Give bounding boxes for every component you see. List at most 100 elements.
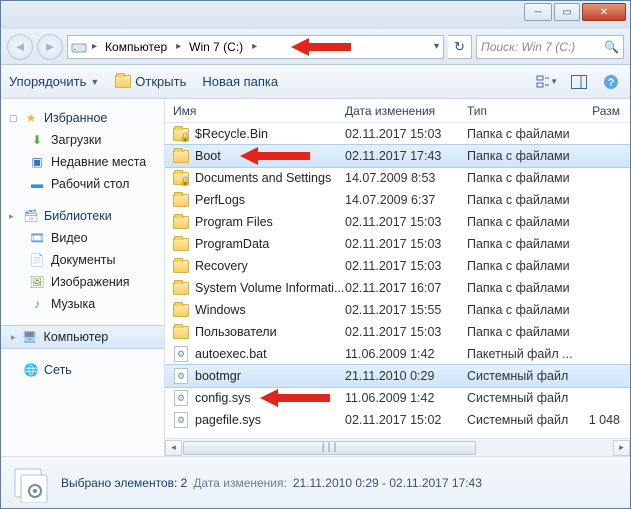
item-date: 21.11.2010 0:29 (345, 369, 467, 383)
selection-count: Выбрано элементов: 2 (61, 476, 187, 490)
item-type: Папка с файлами (467, 149, 587, 163)
preview-pane-button[interactable] (568, 71, 590, 93)
folder-icon: 🔒 (173, 126, 189, 142)
item-date: 02.11.2017 15:03 (345, 215, 467, 229)
folder-row[interactable]: Пользователи02.11.2017 15:03Папка с файл… (165, 321, 630, 343)
scroll-thumb[interactable]: ┃┃┃ (183, 441, 476, 455)
item-date: 11.06.2009 1:42 (345, 391, 467, 405)
image-icon: 🖼 (29, 274, 45, 290)
address-bar[interactable]: ▸ Компьютер ▸ Win 7 (C:) ▸ ▾ (67, 35, 444, 59)
search-placeholder: Поиск: Win 7 (C:) (481, 40, 575, 54)
item-date: 11.06.2009 1:42 (345, 347, 467, 361)
folder-row[interactable]: ProgramData02.11.2017 15:03Папка с файла… (165, 233, 630, 255)
desktop-icon: ▬ (29, 176, 45, 192)
chevron-down-icon[interactable]: ▾ (434, 41, 439, 52)
file-row[interactable]: ⚙autoexec.bat11.06.2009 1:42Пакетный фай… (165, 343, 630, 365)
sidebar-item-network[interactable]: 🌐 Сеть (1, 359, 164, 381)
chevron-down-icon: ▼ (90, 77, 99, 87)
chevron-right-icon: ▸ (90, 41, 99, 52)
item-type: Папка с файлами (467, 127, 587, 141)
scroll-track[interactable]: ┃┃┃ (182, 440, 613, 456)
breadcrumb-drive[interactable]: Win 7 (C:) (183, 36, 250, 58)
folder-row[interactable]: Recovery02.11.2017 15:03Папка с файлами (165, 255, 630, 277)
breadcrumb-computer[interactable]: Компьютер (99, 36, 174, 58)
file-row[interactable]: ⚙pagefile.sys02.11.2017 15:02Системный ф… (165, 409, 630, 431)
sidebar-item-documents[interactable]: 📄Документы (1, 249, 164, 271)
item-date: 02.11.2017 15:03 (345, 325, 467, 339)
item-date: 02.11.2017 17:43 (345, 149, 467, 163)
folder-row[interactable]: System Volume Informati...02.11.2017 16:… (165, 277, 630, 299)
view-options-button[interactable]: ▼ (536, 71, 558, 93)
minimize-button[interactable]: ─ (524, 3, 552, 21)
sidebar-item-videos[interactable]: 🎞Видео (1, 227, 164, 249)
chevron-down-icon: ▼ (550, 77, 558, 86)
download-icon: ⬇ (29, 132, 45, 148)
folder-row[interactable]: Program Files02.11.2017 15:03Папка с фай… (165, 211, 630, 233)
forward-button[interactable]: ► (37, 34, 63, 60)
search-icon: 🔍 (604, 40, 619, 54)
collapse-icon: ▢ (9, 113, 18, 124)
item-name: Boot (195, 149, 345, 163)
item-type: Папка с файлами (467, 259, 587, 273)
sidebar-item-recent[interactable]: ▣Недавние места (1, 151, 164, 173)
item-name: System Volume Informati... (195, 281, 345, 295)
folder-row[interactable]: 🔒$Recycle.Bin02.11.2017 15:03Папка с фай… (165, 123, 630, 145)
date-modified-value: 21.11.2010 0:29 - 02.11.2017 17:43 (293, 476, 482, 490)
item-type: Папка с файлами (467, 237, 587, 251)
music-icon: ♪ (29, 296, 45, 312)
item-type: Системный файл (467, 391, 587, 405)
chevron-right-icon: ▸ (174, 41, 183, 52)
item-type: Папка с файлами (467, 303, 587, 317)
item-date: 02.11.2017 15:02 (345, 413, 467, 427)
help-button[interactable]: ? (600, 71, 622, 93)
column-size[interactable]: Разм (587, 104, 630, 118)
column-date[interactable]: Дата изменения (345, 104, 467, 118)
folder-row[interactable]: Windows02.11.2017 15:55Папка с файлами (165, 299, 630, 321)
folder-row[interactable]: Boot02.11.2017 17:43Папка с файлами (165, 145, 630, 167)
horizontal-scrollbar[interactable]: ◂ ┃┃┃ ▸ (165, 438, 630, 456)
sidebar-item-computer[interactable]: ▸ 🖥 Компьютер (1, 325, 164, 349)
svg-text:?: ? (608, 77, 615, 89)
maximize-button[interactable]: ▭ (554, 3, 580, 21)
item-name: config.sys (195, 391, 345, 405)
file-row[interactable]: ⚙bootmgr21.11.2010 0:29Системный файл (165, 365, 630, 387)
open-button[interactable]: Открыть (115, 74, 186, 90)
sidebar-libraries-header[interactable]: ▸ 🗃 Библиотеки (1, 205, 164, 227)
new-folder-button[interactable]: Новая папка (202, 74, 278, 89)
star-icon: ★ (23, 110, 39, 126)
item-date: 02.11.2017 15:55 (345, 303, 467, 317)
open-icon (115, 74, 131, 90)
folder-row[interactable]: 🔒Documents and Settings14.07.2009 8:53Па… (165, 167, 630, 189)
back-button[interactable]: ◄ (7, 34, 33, 60)
item-type: Пакетный файл ... (467, 347, 587, 361)
folder-icon (173, 236, 189, 252)
scroll-left-button[interactable]: ◂ (165, 440, 182, 456)
scroll-right-button[interactable]: ▸ (613, 440, 630, 456)
expand-icon: ▸ (9, 211, 18, 222)
item-type: Папка с файлами (467, 281, 587, 295)
item-size: 1 048 (587, 413, 630, 427)
titlebar: ─ ▭ ✕ (1, 1, 630, 29)
sidebar-item-downloads[interactable]: ⬇Загрузки (1, 129, 164, 151)
column-name[interactable]: Имя (173, 104, 345, 118)
sidebar-item-music[interactable]: ♪Музыка (1, 293, 164, 315)
close-button[interactable]: ✕ (582, 3, 626, 21)
organize-button[interactable]: Упорядочить▼ (9, 74, 99, 89)
item-name: Windows (195, 303, 345, 317)
folder-row[interactable]: PerfLogs14.07.2009 6:37Папка с файлами (165, 189, 630, 211)
file-icon: ⚙ (173, 390, 189, 406)
search-input[interactable]: Поиск: Win 7 (C:) 🔍 (476, 35, 624, 59)
sidebar-item-desktop[interactable]: ▬Рабочий стол (1, 173, 164, 195)
sidebar-item-pictures[interactable]: 🖼Изображения (1, 271, 164, 293)
folder-icon (173, 214, 189, 230)
computer-icon: 🖥 (22, 329, 38, 345)
item-name: Documents and Settings (195, 171, 345, 185)
item-type: Системный файл (467, 369, 587, 383)
column-type[interactable]: Тип (467, 104, 587, 118)
item-name: bootmgr (195, 369, 345, 383)
sidebar-favorites-header[interactable]: ▢ ★ Избранное (1, 107, 164, 129)
item-type: Папка с файлами (467, 215, 587, 229)
file-row[interactable]: ⚙ config.sys11.06.2009 1:42Системный файл (165, 387, 630, 409)
item-date: 02.11.2017 15:03 (345, 237, 467, 251)
refresh-button[interactable]: ↻ (448, 35, 472, 59)
